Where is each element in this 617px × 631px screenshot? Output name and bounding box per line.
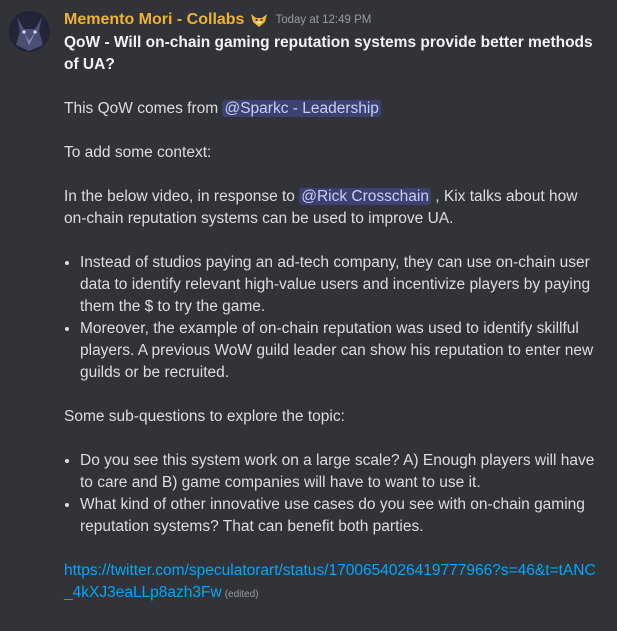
twitter-link[interactable]: https://twitter.com/speculatorart/status… bbox=[64, 562, 596, 601]
list-item: Do you see this system work on a large s… bbox=[80, 450, 604, 494]
chat-message: Memento Mori - Collabs Today at 12:49 PM… bbox=[0, 0, 617, 631]
video-text-prefix: In the below video, in response to bbox=[64, 188, 295, 205]
avatar[interactable] bbox=[9, 11, 50, 52]
wolf-avatar-icon bbox=[9, 11, 50, 52]
bullet-list: Instead of studios paying an ad-tech com… bbox=[64, 252, 604, 384]
list-item: Moreover, the example of on-chain reputa… bbox=[80, 318, 604, 384]
video-paragraph: In the below video, in response to @Rick… bbox=[64, 186, 604, 230]
author-name[interactable]: Memento Mori - Collabs bbox=[64, 11, 244, 29]
mention-sparkc[interactable]: @Sparkc - Leadership bbox=[222, 100, 381, 117]
sub-question-list: Do you see this system work on a large s… bbox=[64, 450, 604, 538]
fox-badge-icon bbox=[249, 10, 269, 30]
mention-rick[interactable]: @Rick Crosschain bbox=[299, 188, 431, 205]
intro-line: This QoW comes from @Sparkc - Leadership bbox=[64, 98, 604, 120]
sub-questions-label: Some sub-questions to explore the topic: bbox=[64, 408, 345, 425]
intro-text: This QoW comes from bbox=[64, 100, 219, 117]
message-timestamp: Today at 12:49 PM bbox=[275, 14, 372, 26]
message-content: QoW - Will on-chain gaming reputation sy… bbox=[64, 32, 604, 606]
edited-label: (edited) bbox=[224, 589, 259, 600]
link-line: https://twitter.com/speculatorart/status… bbox=[64, 560, 604, 606]
message-title: QoW - Will on-chain gaming reputation sy… bbox=[64, 34, 593, 73]
list-item: What kind of other innovative use cases … bbox=[80, 494, 604, 538]
message-header: Memento Mori - Collabs Today at 12:49 PM bbox=[64, 9, 371, 31]
list-item: Instead of studios paying an ad-tech com… bbox=[80, 252, 604, 318]
context-label: To add some context: bbox=[64, 144, 212, 161]
